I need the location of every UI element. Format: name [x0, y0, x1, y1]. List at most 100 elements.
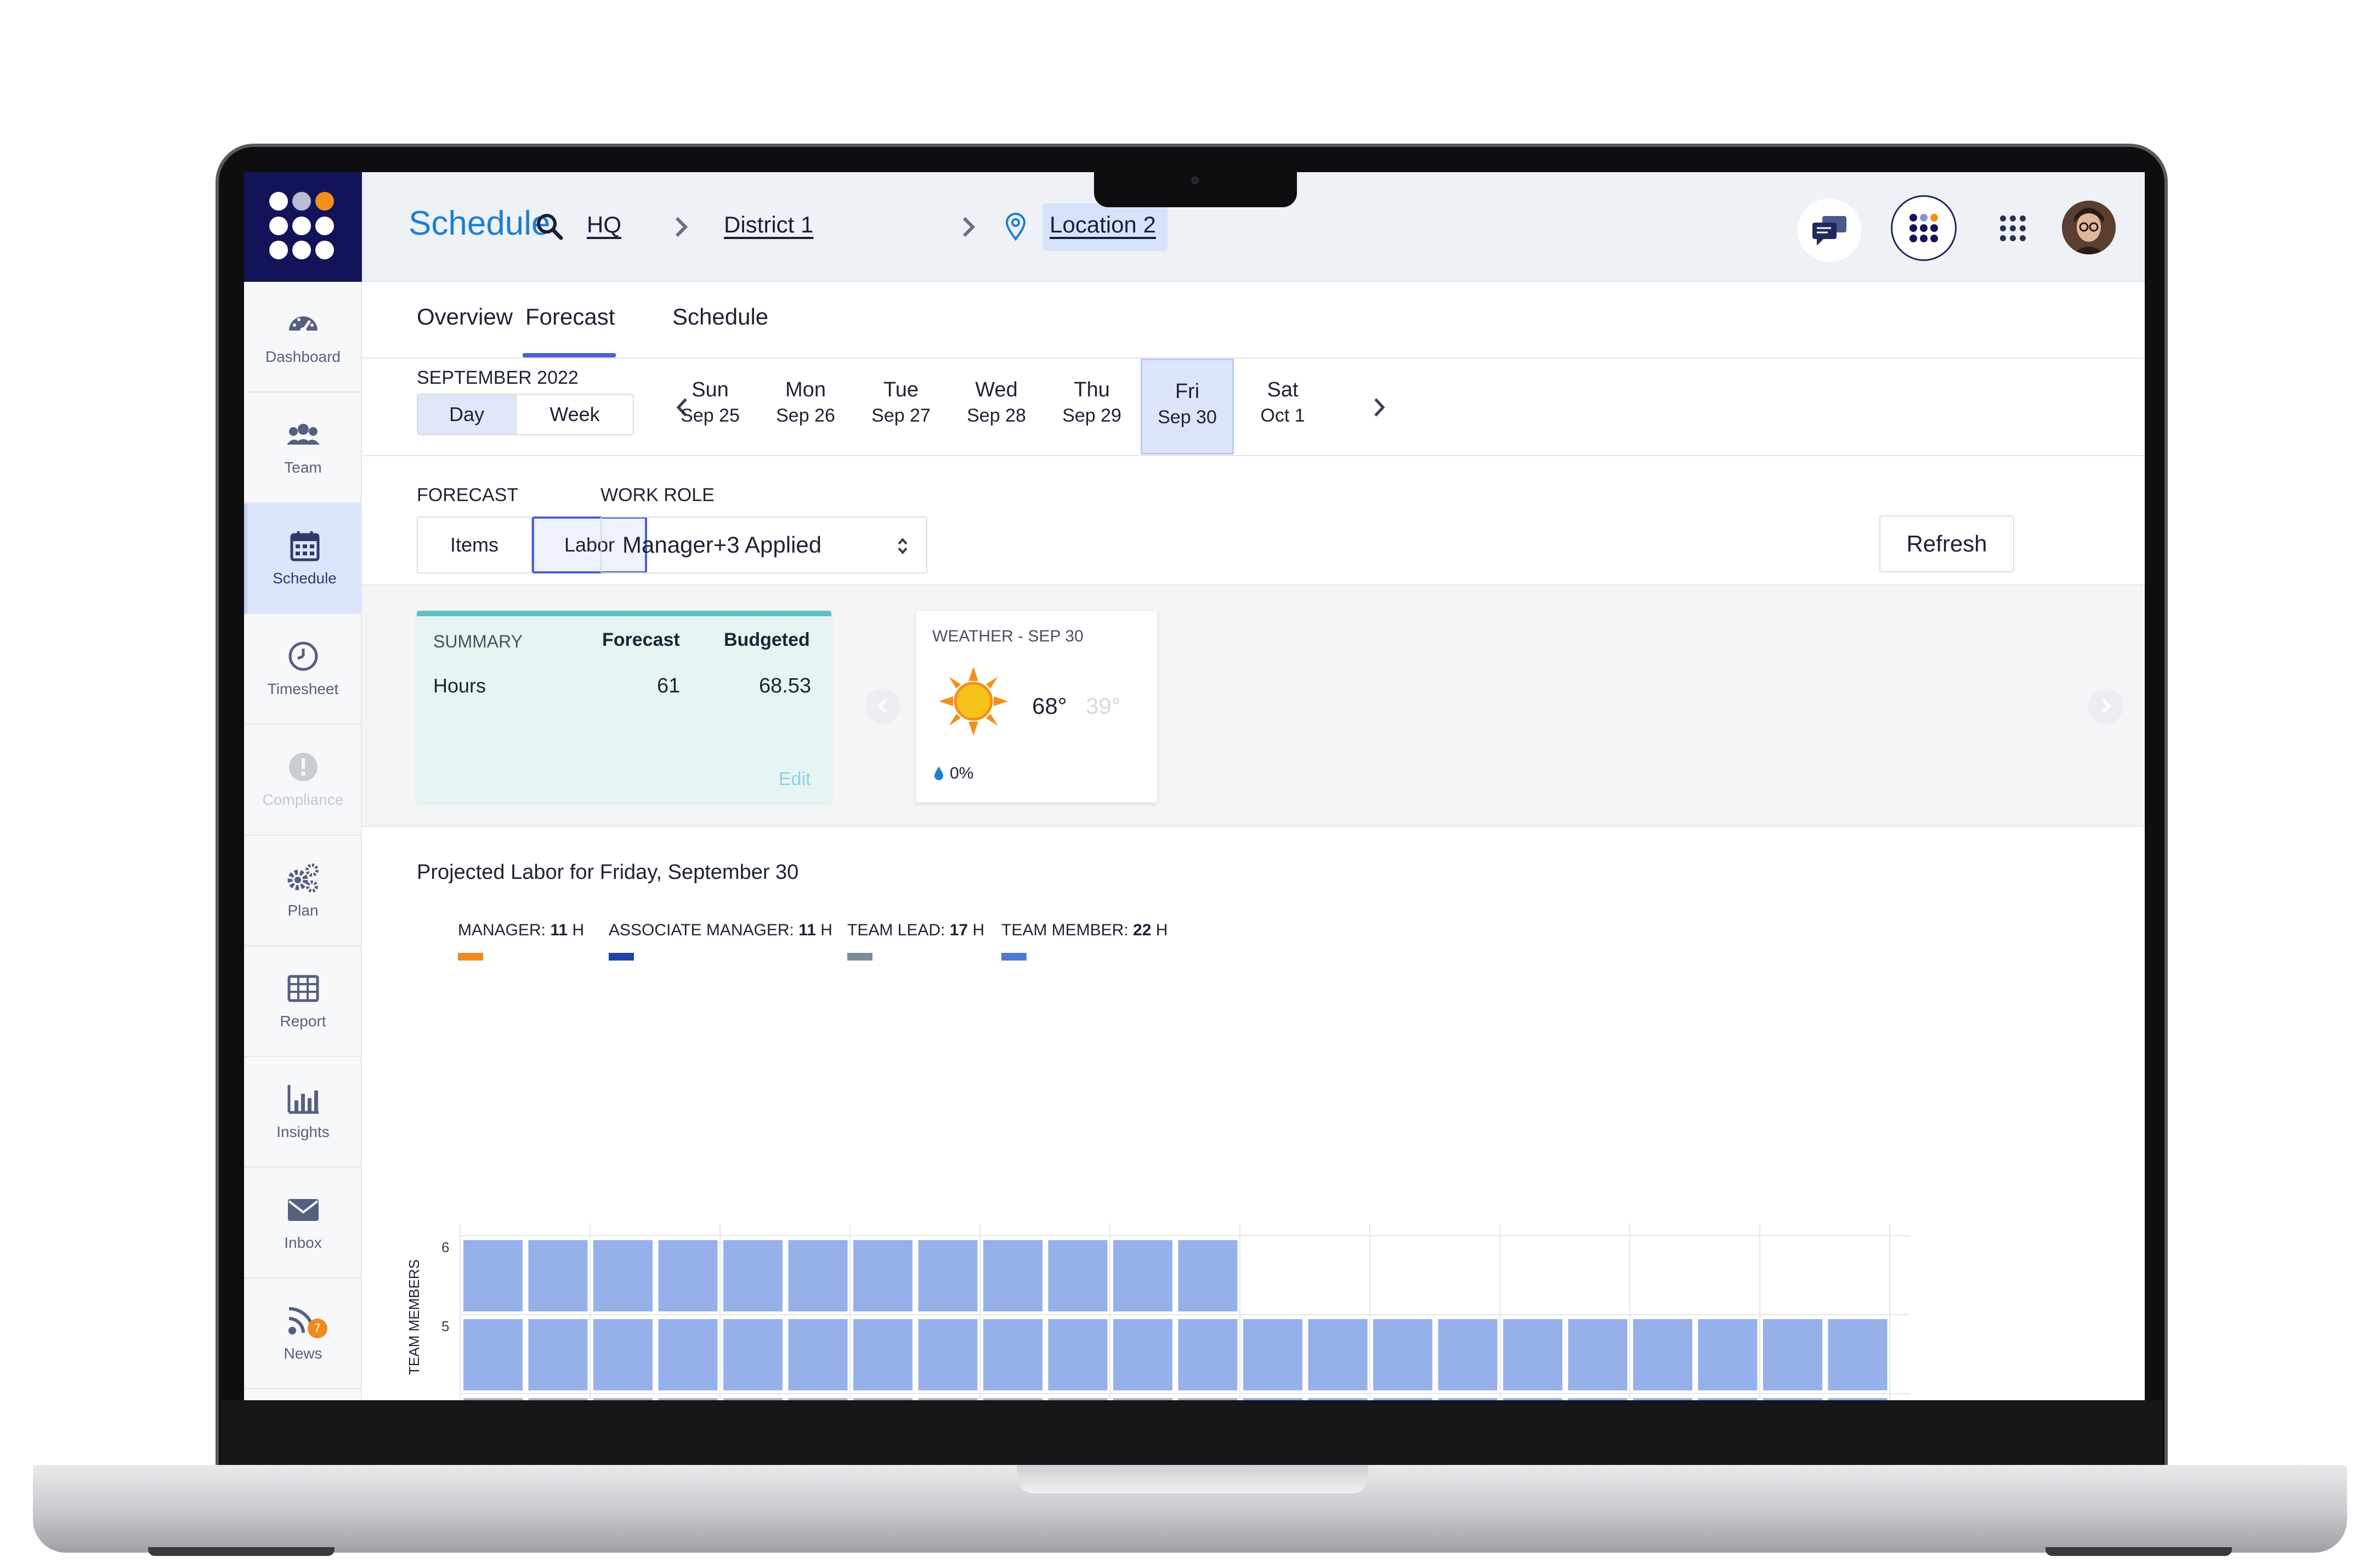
labor-block-member[interactable] [1633, 1398, 1692, 1400]
sidebar-item-schedule[interactable]: Schedule [244, 503, 362, 614]
labor-block-member[interactable] [983, 1319, 1042, 1390]
tab-forecast[interactable]: Forecast [525, 304, 615, 330]
labor-block-member[interactable] [788, 1240, 848, 1311]
sidebar: Dashboard Team Schedule Timesheet Compli… [244, 172, 362, 1400]
day-sun[interactable]: Sun Sep 25 [664, 359, 757, 455]
labor-block-member[interactable] [1308, 1398, 1368, 1400]
labor-block-member[interactable] [1568, 1398, 1628, 1400]
search-icon[interactable] [535, 212, 564, 241]
labor-block-lead[interactable] [1048, 1398, 1108, 1400]
sidebar-item-report[interactable]: Report [244, 946, 362, 1057]
labor-block-member[interactable] [853, 1319, 913, 1390]
labor-block-lead[interactable] [593, 1398, 653, 1400]
labor-block-lead[interactable] [658, 1398, 718, 1400]
sidebar-item-inbox[interactable]: Inbox [244, 1168, 362, 1279]
labor-block-lead[interactable] [1113, 1398, 1172, 1400]
labor-block-member[interactable] [658, 1240, 718, 1311]
sidebar-item-team[interactable]: Team [244, 393, 362, 503]
labor-block-member[interactable] [723, 1240, 783, 1311]
labor-block-member[interactable] [1178, 1240, 1238, 1311]
day-mon[interactable]: Mon Sep 26 [759, 359, 852, 455]
labor-block-member[interactable] [1048, 1319, 1108, 1390]
breadcrumb-district[interactable]: District 1 [724, 212, 813, 238]
day-tue[interactable]: Tue Sep 27 [854, 359, 948, 455]
labor-block-member[interactable] [1568, 1319, 1628, 1390]
sidebar-item-insights[interactable]: Insights [244, 1057, 362, 1168]
cards-prev-button[interactable] [865, 689, 900, 724]
labor-block-member[interactable] [983, 1240, 1042, 1311]
sidebar-item-compliance[interactable]: Compliance [244, 725, 362, 836]
labor-block-member[interactable] [528, 1240, 588, 1311]
sidebar-item-label: Timesheet [267, 680, 339, 697]
weather-header: WEATHER - SEP 30 [932, 627, 1084, 645]
labor-block-member[interactable] [1828, 1398, 1888, 1400]
forecast-items-button[interactable]: Items [417, 516, 532, 573]
labor-block-member[interactable] [1243, 1398, 1302, 1400]
labor-block-member[interactable] [1243, 1319, 1302, 1390]
labor-block-lead[interactable] [853, 1398, 913, 1400]
day-wed[interactable]: Wed Sep 28 [950, 359, 1043, 455]
labor-block-lead[interactable] [918, 1398, 978, 1400]
apps-grid-button[interactable] [1996, 212, 2029, 245]
tab-overview[interactable]: Overview [417, 304, 513, 330]
user-avatar[interactable] [2062, 201, 2116, 254]
labor-block-member[interactable] [1503, 1319, 1562, 1390]
labor-block-member[interactable] [593, 1240, 653, 1311]
day-fri[interactable]: Fri Sep 30 [1141, 359, 1234, 455]
tab-schedule[interactable]: Schedule [672, 304, 768, 330]
labor-block-member[interactable] [1698, 1319, 1758, 1390]
sidebar-item-news[interactable]: 7 News [244, 1279, 362, 1389]
tab-bar: Overview Forecast Schedule [362, 282, 2145, 359]
labor-block-member[interactable] [853, 1240, 913, 1311]
cards-next-button[interactable] [2088, 689, 2123, 724]
sidebar-item-timesheet[interactable]: Timesheet [244, 614, 362, 725]
day-thu[interactable]: Thu Sep 29 [1045, 359, 1138, 455]
chat-button[interactable] [1798, 198, 1861, 262]
labor-block-member[interactable] [1633, 1319, 1692, 1390]
labor-block-member[interactable] [1503, 1398, 1562, 1400]
labor-block-member[interactable] [658, 1319, 718, 1390]
y-tick-label: 4 [441, 1397, 449, 1400]
labor-block-member[interactable] [463, 1319, 523, 1390]
sidebar-item-dashboard[interactable]: Dashboard [244, 282, 362, 393]
labor-block-lead[interactable] [983, 1398, 1042, 1400]
app-switcher-button[interactable] [1891, 195, 1957, 261]
labor-block-member[interactable] [788, 1319, 848, 1390]
labor-block-member[interactable] [1373, 1398, 1432, 1400]
day-sat[interactable]: Sat Oct 1 [1236, 359, 1329, 455]
labor-block-member[interactable] [1763, 1319, 1822, 1390]
labor-block-member[interactable] [918, 1319, 978, 1390]
labor-block-member[interactable] [1178, 1319, 1238, 1390]
breadcrumb-location[interactable]: Location 2 [1050, 212, 1156, 238]
forecast-label: FORECAST [417, 485, 519, 505]
labor-block-lead[interactable] [463, 1398, 523, 1400]
work-role-select[interactable]: Manager+3 Applied [600, 516, 927, 573]
labor-block-lead[interactable] [723, 1398, 783, 1400]
view-day-button[interactable]: Day [417, 394, 517, 435]
chevron-right-icon[interactable] [1368, 394, 1390, 421]
edit-link[interactable]: Edit [779, 769, 811, 790]
labor-block-member[interactable] [1113, 1319, 1172, 1390]
labor-block-lead[interactable] [788, 1398, 848, 1400]
labor-block-member[interactable] [1438, 1398, 1498, 1400]
labor-block-member[interactable] [463, 1240, 523, 1311]
labor-block-member[interactable] [1308, 1319, 1368, 1390]
labor-block-member[interactable] [1048, 1240, 1108, 1311]
labor-block-member[interactable] [1698, 1398, 1758, 1400]
labor-block-member[interactable] [723, 1319, 783, 1390]
sidebar-item-plan[interactable]: Plan [244, 836, 362, 946]
labor-block-member[interactable] [528, 1319, 588, 1390]
labor-block-lead[interactable] [528, 1398, 588, 1400]
labor-block-member[interactable] [1763, 1398, 1822, 1400]
refresh-button[interactable]: Refresh [1879, 515, 2014, 572]
labor-block-member[interactable] [1828, 1319, 1888, 1390]
labor-block-member[interactable] [593, 1319, 653, 1390]
labor-block-member[interactable] [1113, 1240, 1172, 1311]
labor-block-lead[interactable] [1178, 1398, 1238, 1400]
labor-block-member[interactable] [1438, 1319, 1498, 1390]
app-logo[interactable] [244, 172, 362, 282]
labor-block-member[interactable] [1373, 1319, 1432, 1390]
labor-block-member[interactable] [918, 1240, 978, 1311]
view-week-button[interactable]: Week [515, 394, 634, 435]
breadcrumb-hq[interactable]: HQ [587, 212, 621, 238]
